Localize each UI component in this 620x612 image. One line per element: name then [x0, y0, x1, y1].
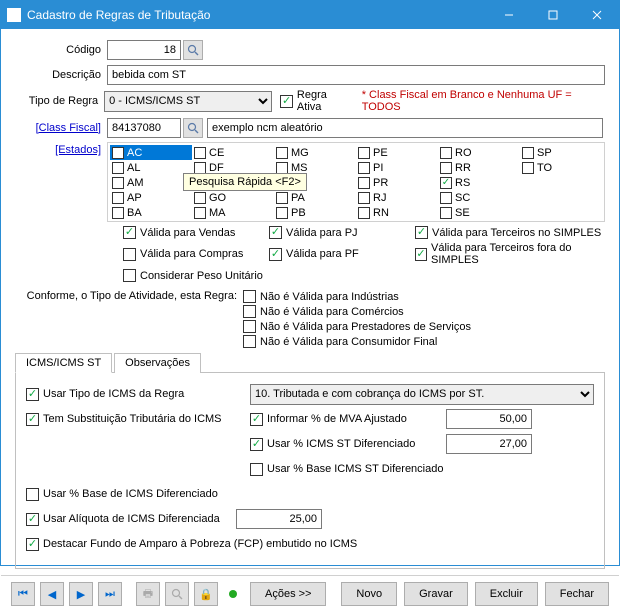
- class-fiscal-input[interactable]: [107, 118, 181, 138]
- descricao-input[interactable]: [107, 65, 605, 85]
- nav-first-button[interactable]: ⏮: [11, 582, 35, 606]
- novo-button[interactable]: Novo: [341, 582, 397, 606]
- preview-button[interactable]: [165, 582, 189, 606]
- valid-terc-simples[interactable]: Válida para Terceiros no SIMPLES: [415, 226, 605, 239]
- codigo-search-button[interactable]: [183, 40, 203, 60]
- ativ-comercios[interactable]: Não é Válida para Comércios: [243, 305, 471, 318]
- tab-icms[interactable]: ICMS/ICMS ST: [15, 353, 112, 373]
- estado-AP[interactable]: AP: [110, 190, 192, 205]
- minimize-button[interactable]: [487, 1, 531, 29]
- descricao-label: Descrição: [15, 69, 107, 81]
- cst-select[interactable]: 10. Tributada e com cobrança do ICMS por…: [250, 384, 594, 405]
- class-fiscal-desc[interactable]: [207, 118, 603, 138]
- lock-button[interactable]: 🔒: [194, 582, 218, 606]
- tem-sub-trib[interactable]: Tem Substituição Tributária do ICMS: [26, 413, 222, 426]
- window: Cadastro de Regras de Tributação Código …: [0, 0, 620, 566]
- nav-next-button[interactable]: ▶: [69, 582, 93, 606]
- estado-RR[interactable]: RR: [438, 160, 520, 175]
- estado-PR[interactable]: PR: [356, 175, 438, 190]
- estado-PA[interactable]: PA: [274, 190, 356, 205]
- estado-PE[interactable]: PE: [356, 145, 438, 160]
- excluir-button[interactable]: Excluir: [475, 582, 538, 606]
- inf-mva[interactable]: Informar % de MVA Ajustado: [250, 413, 446, 426]
- estado-RS[interactable]: ✓RS: [438, 175, 520, 190]
- valid-pj[interactable]: Válida para PJ: [269, 226, 409, 239]
- valid-terc-fora[interactable]: Válida para Terceiros fora do SIMPLES: [415, 242, 605, 266]
- estado-empty: [520, 205, 602, 220]
- estado-SC[interactable]: SC: [438, 190, 520, 205]
- ativ-consumidor[interactable]: Não é Válida para Consumidor Final: [243, 335, 471, 348]
- ativ-servicos[interactable]: Não é Válida para Prestadores de Serviço…: [243, 320, 471, 333]
- class-fiscal-search-button[interactable]: [183, 118, 203, 138]
- estado-MT[interactable]: MT: [274, 175, 356, 190]
- estado-RN[interactable]: RN: [356, 205, 438, 220]
- ativ-industrias[interactable]: Não é Válida para Indústrias: [243, 290, 471, 303]
- warning-text: * Class Fiscal em Branco e Nenhuma UF = …: [362, 89, 605, 113]
- usar-base-st[interactable]: Usar % Base ICMS ST Diferenciado: [250, 463, 443, 476]
- window-title: Cadastro de Regras de Tributação: [27, 8, 487, 22]
- usar-aliq[interactable]: Usar Alíquota de ICMS Diferenciada: [26, 513, 236, 526]
- estado-empty: [520, 190, 602, 205]
- estado-SE[interactable]: SE: [438, 205, 520, 220]
- print-button[interactable]: 🖶: [136, 582, 160, 606]
- estados-grid[interactable]: ACCEMGPEROSP ALDFMSPIRRTO AMESMTPR✓RS APGOP…: [107, 142, 605, 222]
- estado-RO[interactable]: RO: [438, 145, 520, 160]
- gravar-button[interactable]: Gravar: [404, 582, 468, 606]
- form-content: Código Descrição Tipo de Regra 0 - ICMS/…: [1, 29, 619, 575]
- nav-prev-button[interactable]: ◀: [40, 582, 64, 606]
- estado-AL[interactable]: AL: [110, 160, 192, 175]
- estado-RJ[interactable]: RJ: [356, 190, 438, 205]
- class-fiscal-link[interactable]: [Class Fiscal]: [36, 122, 101, 134]
- valid-compras[interactable]: Válida para Compras: [123, 242, 263, 266]
- estado-SP[interactable]: SP: [520, 145, 602, 160]
- tab-observacoes[interactable]: Observações: [114, 353, 201, 373]
- estado-BA[interactable]: BA: [110, 205, 192, 220]
- estado-MA[interactable]: MA: [192, 205, 274, 220]
- codigo-input[interactable]: [107, 40, 181, 60]
- acoes-button[interactable]: Ações >>: [250, 582, 326, 606]
- estado-PI[interactable]: PI: [356, 160, 438, 175]
- usar-base-icms[interactable]: Usar % Base de ICMS Diferenciado: [26, 488, 218, 501]
- valid-pf[interactable]: Válida para PF: [269, 242, 409, 266]
- destacar-fcp[interactable]: Destacar Fundo de Amparo à Pobreza (FCP)…: [26, 538, 357, 551]
- estado-PB[interactable]: PB: [274, 205, 356, 220]
- icmsst-input[interactable]: [446, 434, 532, 454]
- estado-MS[interactable]: MS: [274, 160, 356, 175]
- fechar-button[interactable]: Fechar: [545, 582, 609, 606]
- toolbar: ⏮ ◀ ▶ ⏭ 🖶 🔒 Ações >> Novo Gravar Excluir…: [1, 575, 619, 612]
- app-icon: [7, 8, 21, 22]
- valid-vendas[interactable]: Válida para Vendas: [123, 226, 263, 239]
- usar-icmsst[interactable]: Usar % ICMS ST Diferenciado: [250, 438, 446, 451]
- valid-peso[interactable]: Considerar Peso Unitário: [123, 269, 263, 282]
- aliq-input[interactable]: [236, 509, 322, 529]
- estado-ES[interactable]: ES: [192, 175, 274, 190]
- estado-GO[interactable]: GO: [192, 190, 274, 205]
- usar-tipo-icms[interactable]: Usar Tipo de ICMS da Regra: [26, 388, 184, 401]
- estado-DF[interactable]: DF: [192, 160, 274, 175]
- nav-last-button[interactable]: ⏭: [98, 582, 122, 606]
- atividade-header: Conforme, o Tipo de Atividade, esta Regr…: [15, 290, 243, 348]
- estado-AC[interactable]: AC: [110, 145, 192, 160]
- estado-TO[interactable]: TO: [520, 160, 602, 175]
- tipo-label: Tipo de Regra: [15, 95, 104, 107]
- titlebar: Cadastro de Regras de Tributação: [1, 1, 619, 29]
- close-button[interactable]: [575, 1, 619, 29]
- estado-MG[interactable]: MG: [274, 145, 356, 160]
- regra-ativa-checkbox[interactable]: Regra Ativa: [280, 89, 351, 113]
- mva-input[interactable]: [446, 409, 532, 429]
- estado-empty: [520, 175, 602, 190]
- estado-AM[interactable]: AM: [110, 175, 192, 190]
- tipo-select[interactable]: 0 - ICMS/ICMS ST: [104, 91, 272, 112]
- codigo-label: Código: [15, 44, 107, 56]
- tab-panel-icms: Usar Tipo de ICMS da Regra Tem Substitui…: [15, 373, 605, 569]
- estados-link[interactable]: [Estados]: [55, 144, 101, 156]
- estado-CE[interactable]: CE: [192, 145, 274, 160]
- tabs: ICMS/ICMS ST Observações: [15, 352, 605, 373]
- status-dot: [229, 590, 237, 598]
- maximize-button[interactable]: [531, 1, 575, 29]
